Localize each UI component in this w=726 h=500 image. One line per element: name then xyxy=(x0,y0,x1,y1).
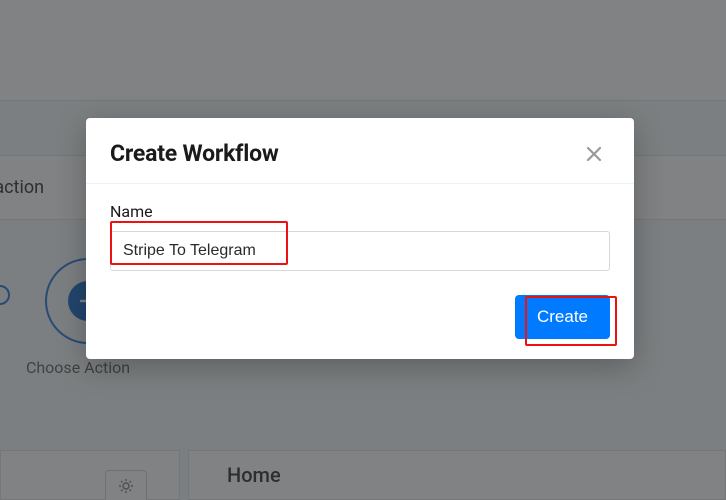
modal-body: Name xyxy=(86,184,634,275)
close-icon[interactable] xyxy=(582,142,606,166)
modal-title: Create Workflow xyxy=(110,140,279,167)
create-button[interactable]: Create xyxy=(515,295,610,339)
name-input[interactable] xyxy=(110,231,610,271)
name-label: Name xyxy=(110,202,610,221)
modal-header: Create Workflow xyxy=(86,118,634,184)
create-workflow-modal: Create Workflow Name Create xyxy=(86,118,634,359)
modal-footer: Create xyxy=(86,275,634,359)
